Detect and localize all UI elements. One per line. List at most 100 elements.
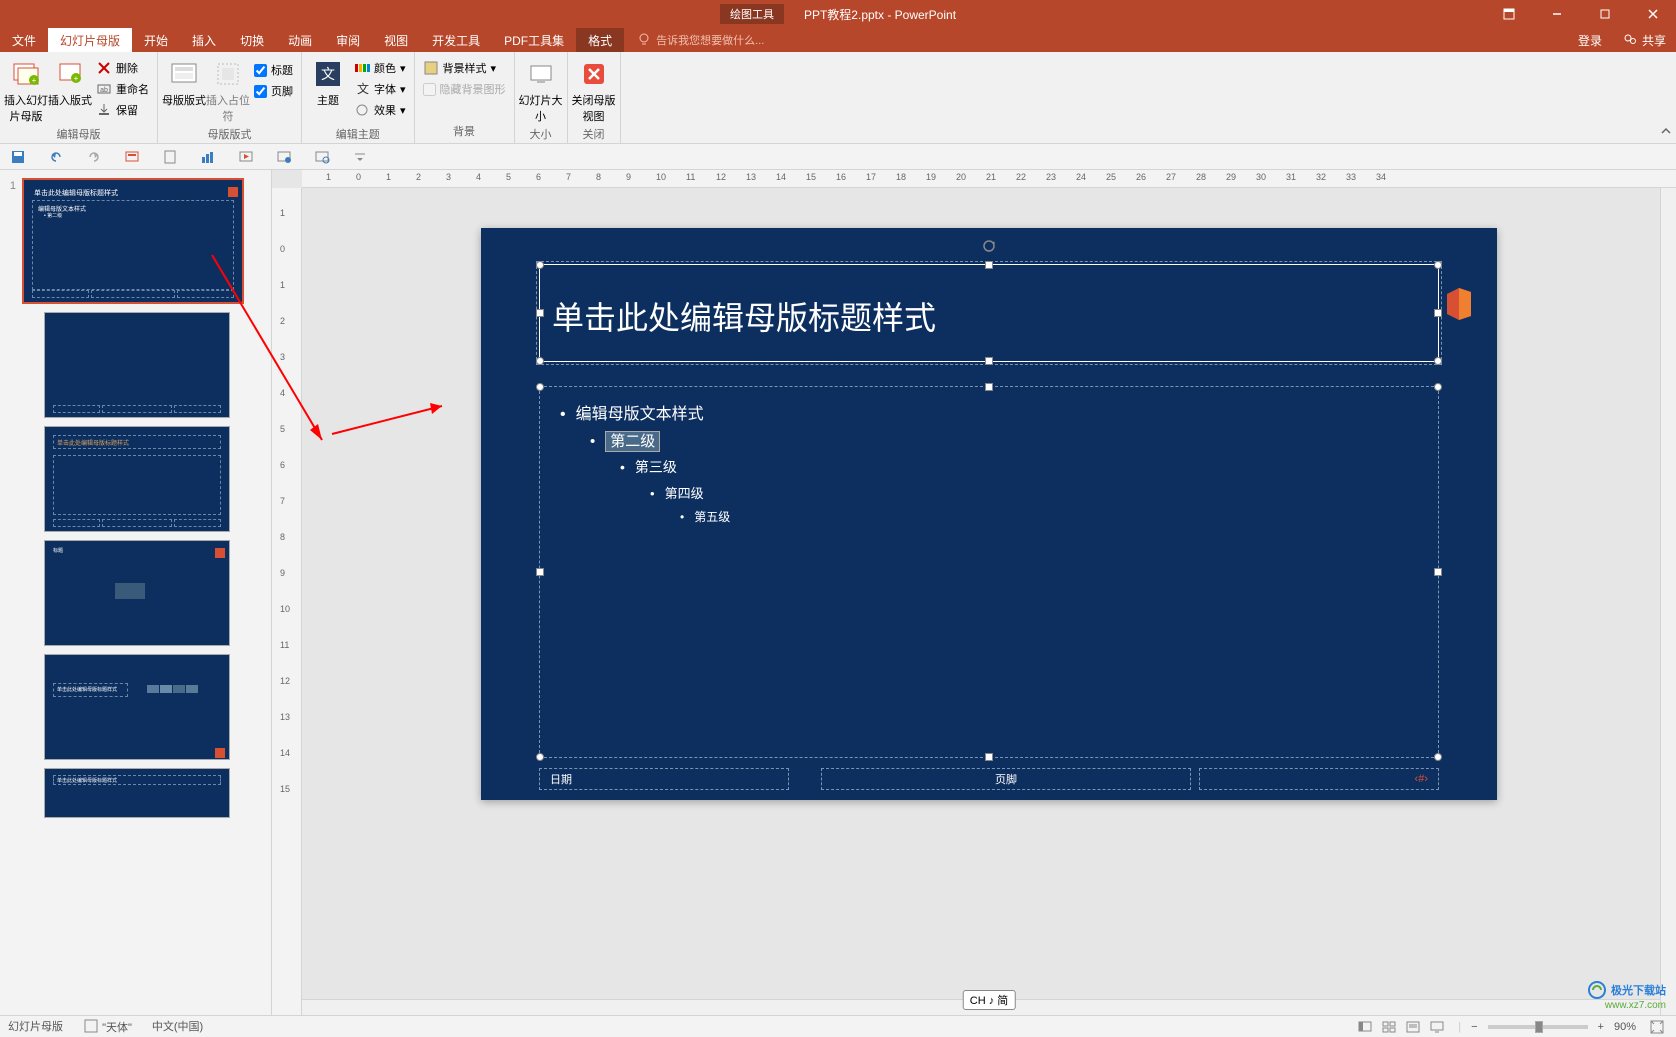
slide-number-placeholder[interactable]: ‹#› — [1199, 768, 1439, 790]
resize-handle-n[interactable] — [985, 261, 993, 269]
background-styles-button[interactable]: 背景样式 ▾ — [419, 58, 510, 78]
share-button[interactable]: 共享 — [1612, 28, 1676, 52]
normal-view-button[interactable] — [1354, 1018, 1376, 1036]
resize-handle-s[interactable] — [985, 357, 993, 365]
close-master-view-button[interactable]: 关闭母版视图 — [572, 54, 616, 124]
tab-view[interactable]: 视图 — [372, 28, 420, 52]
qat-btn-6[interactable] — [198, 147, 218, 167]
effects-button[interactable]: 效果 ▾ — [350, 100, 410, 120]
vertical-scrollbar[interactable] — [1660, 188, 1676, 1015]
tab-slide-master[interactable]: 幻灯片母版 — [48, 28, 132, 52]
resize-handle-w[interactable] — [536, 309, 544, 317]
reading-view-button[interactable] — [1402, 1018, 1424, 1036]
qat-btn-5[interactable] — [160, 147, 180, 167]
layout-thumbnail[interactable]: 单击此处编辑母版标题样式 — [44, 768, 230, 818]
tab-review[interactable]: 审阅 — [324, 28, 372, 52]
qat-btn-8[interactable] — [274, 147, 294, 167]
zoom-out-button[interactable]: − — [1471, 1021, 1477, 1033]
zoom-in-button[interactable]: + — [1598, 1021, 1604, 1033]
fit-to-window-button[interactable] — [1646, 1018, 1668, 1036]
tab-transitions[interactable]: 切换 — [228, 28, 276, 52]
collapse-ribbon-button[interactable] — [1656, 52, 1676, 143]
master-thumbnail[interactable]: 单击此处编辑母版标题样式 编辑母版文本样式 • 第二级 — [22, 178, 244, 304]
preserve-button[interactable]: 保留 — [92, 100, 153, 120]
resize-handle-se[interactable] — [1434, 357, 1442, 365]
slide-sorter-button[interactable] — [1378, 1018, 1400, 1036]
sorter-icon — [1381, 1019, 1397, 1035]
slide-master-thumbnail-panel[interactable]: 1 单击此处编辑母版标题样式 编辑母版文本样式 • 第二级 单击此处编辑母 — [0, 170, 272, 1015]
resize-handle-ne[interactable] — [1434, 261, 1442, 269]
tab-pdf-tools[interactable]: PDF工具集 — [492, 28, 576, 52]
layout-thumbnail[interactable] — [44, 312, 230, 418]
resize-handle-n[interactable] — [985, 383, 993, 391]
qat-btn-4[interactable] — [122, 147, 142, 167]
vertical-ruler[interactable]: 10123456789101112131415 — [272, 188, 302, 1015]
resize-handle-nw[interactable] — [536, 261, 544, 269]
maximize-button[interactable] — [1582, 0, 1628, 28]
body-level-2[interactable]: 第二级 — [560, 427, 1418, 454]
qat-customize-button[interactable] — [350, 147, 370, 167]
resize-handle-sw[interactable] — [536, 357, 544, 365]
ribbon-display-options-button[interactable] — [1486, 0, 1532, 28]
insert-slide-master-button[interactable]: + 插入幻灯片母版 — [4, 54, 48, 124]
master-layout-button[interactable]: 母版版式 — [162, 54, 206, 124]
slideshow-button[interactable] — [1426, 1018, 1448, 1036]
save-button[interactable] — [8, 147, 28, 167]
start-from-beginning-button[interactable] — [236, 147, 256, 167]
themes-button[interactable]: 文 主题 — [306, 54, 350, 124]
body-level-3[interactable]: 第三级 — [560, 454, 1418, 480]
resize-handle-sw[interactable] — [536, 753, 544, 761]
zoom-slider[interactable] — [1488, 1025, 1588, 1029]
tab-file[interactable]: 文件 — [0, 28, 48, 52]
layout-thumbnail[interactable]: 单击此处编辑母版标题样式 — [44, 654, 230, 760]
rotation-handle[interactable] — [982, 239, 996, 253]
resize-handle-w[interactable] — [536, 568, 544, 576]
resize-handle-s[interactable] — [985, 753, 993, 761]
status-font-theme[interactable]: "天体" — [83, 1018, 132, 1035]
slide-size-button[interactable]: 幻灯片大小 — [519, 54, 563, 124]
tab-format[interactable]: 格式 — [576, 28, 624, 52]
login-button[interactable]: 登录 — [1568, 28, 1612, 52]
slide-master-canvas[interactable]: 单击此处编辑母版标题样式 编辑母版文本样式 — [481, 228, 1497, 800]
insert-layout-button[interactable]: + 插入版式 — [48, 54, 92, 124]
close-button[interactable] — [1630, 0, 1676, 28]
redo-button[interactable] — [84, 147, 104, 167]
title-placeholder[interactable]: 单击此处编辑母版标题样式 — [539, 264, 1439, 362]
resize-handle-se[interactable] — [1434, 753, 1442, 761]
contextual-tab-label: 绘图工具 — [720, 4, 784, 24]
ime-indicator[interactable]: CH ♪ 简 — [963, 990, 1016, 1010]
resize-handle-ne[interactable] — [1434, 383, 1442, 391]
colors-button[interactable]: 颜色 ▾ — [350, 58, 410, 78]
tell-me-search[interactable]: 告诉我您想要做什么... — [624, 28, 776, 52]
tab-home[interactable]: 开始 — [132, 28, 180, 52]
insert-placeholder-button[interactable]: 插入占位符 — [206, 54, 250, 124]
title-checkbox[interactable]: 标题 — [250, 60, 297, 80]
undo-button[interactable] — [46, 147, 66, 167]
slide-canvas-area[interactable]: 单击此处编辑母版标题样式 编辑母版文本样式 — [302, 188, 1676, 1015]
minimize-button[interactable] — [1534, 0, 1580, 28]
qat-btn-9[interactable] — [312, 147, 332, 167]
fonts-button[interactable]: 文字体 ▾ — [350, 79, 410, 99]
resize-handle-nw[interactable] — [536, 383, 544, 391]
layout-thumbnail[interactable]: 单击此处编辑母版标题样式 — [44, 426, 230, 532]
title-text[interactable]: 单击此处编辑母版标题样式 — [540, 265, 1438, 367]
tab-animations[interactable]: 动画 — [276, 28, 324, 52]
footer-placeholder[interactable]: 页脚 — [821, 768, 1191, 790]
rename-button[interactable]: ab重命名 — [92, 79, 153, 99]
hide-bg-checkbox[interactable]: 隐藏背景图形 — [419, 79, 510, 99]
date-placeholder[interactable]: 日期 — [539, 768, 789, 790]
tab-insert[interactable]: 插入 — [180, 28, 228, 52]
resize-handle-e[interactable] — [1434, 568, 1442, 576]
body-level-5[interactable]: 第五级 — [560, 505, 1418, 528]
tab-developer[interactable]: 开发工具 — [420, 28, 492, 52]
footer-checkbox[interactable]: 页脚 — [250, 81, 297, 101]
body-level-4[interactable]: 第四级 — [560, 480, 1418, 505]
zoom-level[interactable]: 90% — [1614, 1021, 1636, 1033]
body-level-1[interactable]: 编辑母版文本样式 — [560, 397, 1418, 427]
content-placeholder[interactable]: 编辑母版文本样式 第二级 第三级 第四级 第五级 — [539, 386, 1439, 758]
status-language[interactable]: 中文(中国) — [152, 1018, 203, 1035]
horizontal-ruler[interactable]: 2101234567891011121314151617181920212223… — [302, 170, 1676, 188]
layout-thumbnail[interactable]: 标题 — [44, 540, 230, 646]
share-label: 共享 — [1642, 32, 1666, 49]
delete-button[interactable]: 删除 — [92, 58, 153, 78]
